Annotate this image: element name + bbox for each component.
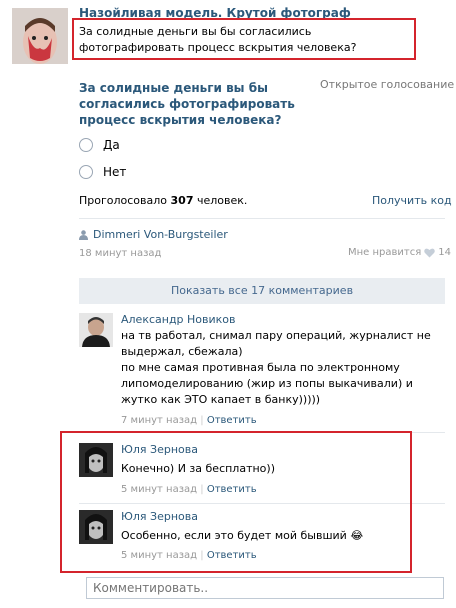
get-code-link[interactable]: Получить код [372,194,452,207]
comment-line: на тв работал, снимал пару операций, жур… [121,329,431,358]
comment-time[interactable]: 7 минут назад [121,415,197,426]
like-count: 14 [438,247,451,258]
votes-number: 307 [170,194,194,207]
radio-button[interactable] [79,165,93,179]
like-label[interactable]: Мне нравится [348,247,421,258]
person-icon [79,229,88,240]
poll-type-label: Открытое голосование [320,78,455,91]
highlight-frame-comments [60,431,412,573]
commenter-avatar[interactable] [79,313,113,347]
radio-button[interactable] [79,138,93,152]
reply-link[interactable]: Ответить [207,415,257,426]
divider [79,218,445,219]
poll-option-label: Да [103,138,120,152]
post-time[interactable]: 18 минут назад [79,248,161,259]
comment-item: Александр Новиков на тв работал, снимал … [79,313,445,429]
votes-suffix: человек. [197,194,248,207]
heart-icon [424,248,435,257]
poll-option-no[interactable]: Нет [79,163,126,181]
meta-separator: | [200,415,204,426]
comment-input[interactable] [86,577,444,599]
highlight-frame-post [72,18,416,60]
poll-question: За солидные деньги вы бы согласились фот… [79,81,295,127]
votes-prefix: Проголосовало [79,194,168,207]
comment-meta: 7 минут назад | Ответить [121,415,257,426]
comment-line: по мне самая противная была по электронн… [121,361,413,406]
poll-author[interactable]: Dimmeri Von-Burgsteiler [79,228,228,241]
like-button[interactable]: Мне нравится 14 [348,247,451,258]
show-all-comments-button[interactable]: Показать все 17 комментариев [79,278,445,304]
vote-count: Проголосовало 307 человек. [79,194,247,207]
poll-option-yes[interactable]: Да [79,136,120,154]
poll-option-label: Нет [103,165,127,179]
group-avatar[interactable] [12,8,68,64]
comment-text: на тв работал, снимал пару операций, жур… [121,328,441,408]
commenter-name[interactable]: Александр Новиков [121,313,236,326]
author-name[interactable]: Dimmeri Von-Burgsteiler [93,228,228,241]
